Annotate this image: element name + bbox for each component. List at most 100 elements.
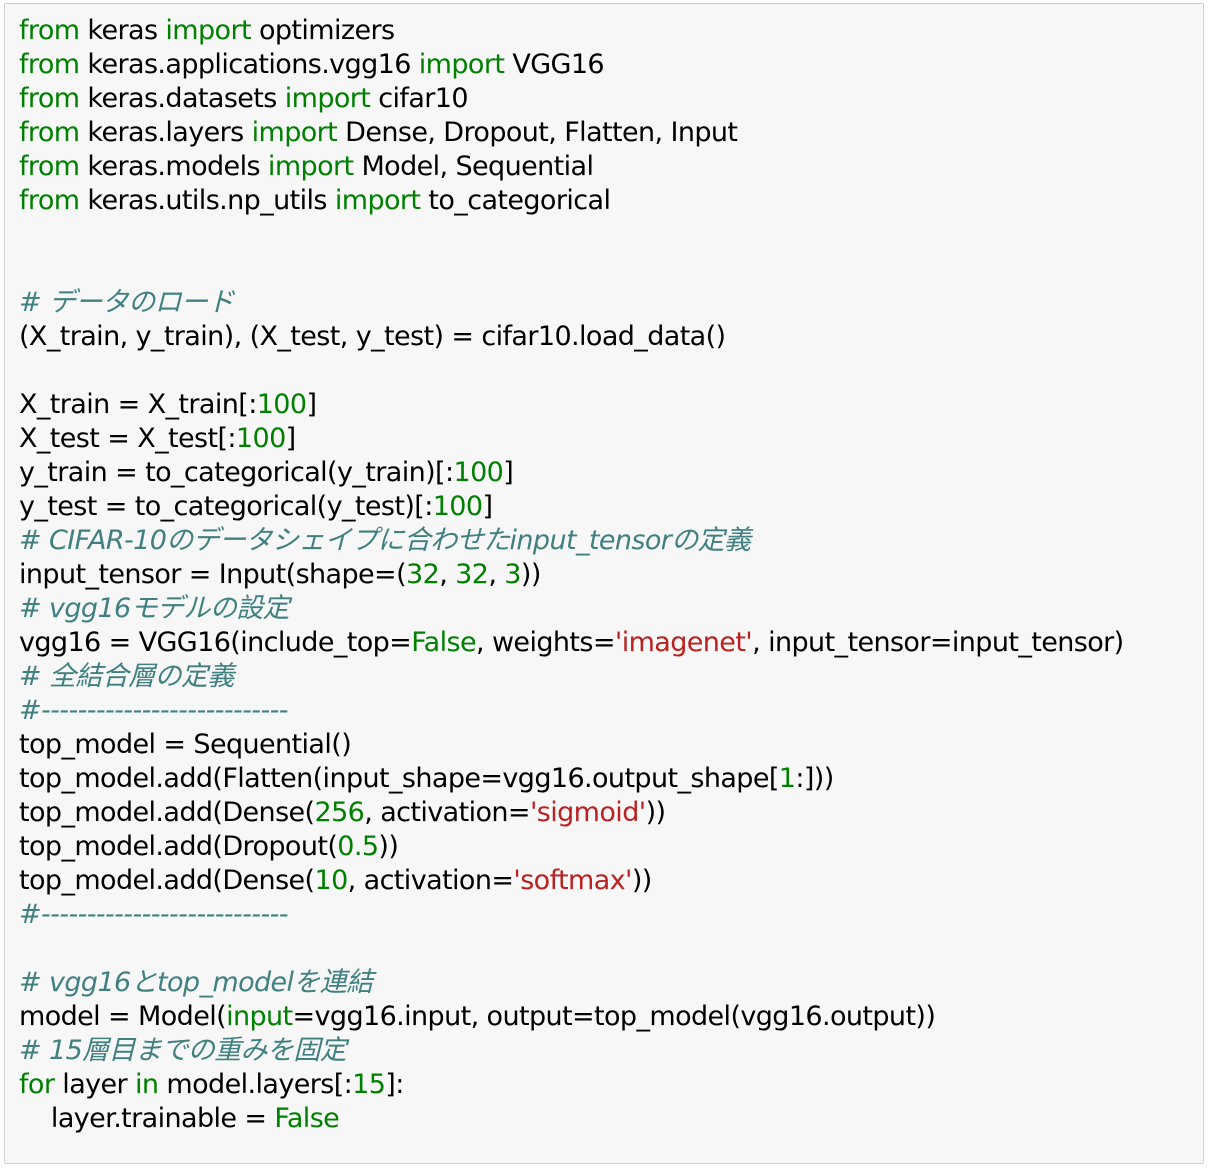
code-token: , weights= [475,627,615,658]
code-token: Model, Sequential [353,151,594,182]
code-token: to_categorical [420,185,611,216]
code-line: # CIFAR-10のデータシェイプに合わせたinput_tensorの定義 [19,524,1124,558]
code-line: #--------------------------- [19,694,1124,728]
code-token: y_test = to_categorical(y_test)[: [19,491,433,522]
number-token: 100 [235,423,286,454]
code-token: VGG16 [504,49,604,80]
code-token: model.layers[: [158,1069,353,1100]
comment-token: # vgg16モデルの設定 [19,593,290,624]
code-token: )) [645,797,666,828]
string-token: 'sigmoid' [529,797,646,828]
keyword-token: from [19,49,80,80]
number-token: 100 [453,457,504,488]
code-token: top_model.add(Dense( [19,865,315,896]
code-token: keras.utils.np_utils [79,185,335,216]
code-token: , input_tensor=input_tensor) [752,627,1124,658]
code-token: (X_train, y_train), (X_test, y_test) = c… [19,321,726,352]
code-line: model = Model(input=vgg16.input, output=… [19,1000,1124,1034]
code-line: # vgg16モデルの設定 [19,592,1124,626]
keyword-token: import [284,83,371,114]
comment-token: # データのロード [19,287,234,318]
keyword-token: for [19,1069,55,1100]
comment-token: # CIFAR-10のデータシェイプに合わせたinput_tensorの定義 [19,525,751,556]
code-token: , activation= [347,865,514,896]
code-token: keras.datasets [79,83,285,114]
code-token: )) [378,831,399,862]
code-token: , [439,559,456,590]
comment-token: # vgg16とtop_modelを連結 [19,967,373,998]
comment-token: # 15層目までの重みを固定 [19,1035,347,1066]
code-line: from keras.utils.np_utils import to_cate… [19,184,1124,218]
code-line: from keras import optimizers [19,14,1124,48]
keyword-token: False [411,627,476,658]
code-line: #--------------------------- [19,898,1124,932]
keyword-token: from [19,185,80,216]
keyword-token: from [19,83,80,114]
code-line: from keras.datasets import cifar10 [19,82,1124,116]
code-token: keras [79,15,166,46]
keyword-token: from [19,15,80,46]
code-token: ] [285,423,297,454]
keyword-token: from [19,117,80,148]
code-token: vgg16 = VGG16(include_top= [19,627,412,658]
number-token: 256 [314,797,365,828]
code-token: keras.models [79,151,268,182]
code-token: layer [54,1069,136,1100]
code-token: top_model.add(Dense( [19,797,315,828]
code-token: X_test = X_test[: [19,423,237,454]
code-line: # vgg16とtop_modelを連結 [19,966,1124,1000]
code-token: , [488,559,505,590]
keyword-token: input [226,1001,293,1032]
number-token: 15 [352,1069,386,1100]
code-line: # データのロード [19,286,1124,320]
string-token: 'softmax' [513,865,632,896]
code-token: top_model = Sequential() [19,729,352,760]
code-line: (X_train, y_train), (X_test, y_test) = c… [19,320,1124,354]
keyword-token: in [135,1069,159,1100]
comment-token: #--------------------------- [19,899,288,930]
number-token: 3 [504,559,521,590]
code-token: :])) [795,763,834,794]
code-line: X_train = X_train[:100] [19,388,1124,422]
keyword-token: import [418,49,505,80]
code-line: # 全結合層の定義 [19,660,1124,694]
code-line: input_tensor = Input(shape=(32, 32, 3)) [19,558,1124,592]
code-editor[interactable]: from keras import optimizers from keras.a… [19,14,1124,1136]
code-line: # 15層目までの重みを固定 [19,1034,1124,1068]
code-token: ] [482,491,493,522]
keyword-token: import [165,15,251,46]
number-token: 0.5 [337,831,379,862]
number-token: 32 [406,559,440,590]
code-line: layer.trainable = False [19,1102,1124,1136]
string-token: 'imagenet' [614,627,753,658]
code-token: ] [503,457,514,488]
code-token: cifar10 [370,83,468,114]
code-token: )) [631,865,652,896]
code-line: y_train = to_categorical(y_train)[:100] [19,456,1124,490]
code-token: top_model.add(Dropout( [19,831,338,862]
code-token: top_model.add(Flatten(input_shape=vgg16.… [19,763,779,794]
code-token: optimizers [250,15,395,46]
code-line: y_test = to_categorical(y_test)[:100] [19,490,1124,524]
keyword-token: False [274,1103,340,1134]
code-line: from keras.applications.vgg16 import VGG… [19,48,1124,82]
code-token: keras.layers [79,117,252,148]
code-token: =vgg16.input, output=top_model(vgg16.out… [292,1001,936,1032]
code-token: )) [520,559,541,590]
code-line: for layer in model.layers[:15]: [19,1068,1124,1102]
code-cell[interactable]: from keras import optimizers from keras.a… [4,3,1204,1164]
number-token: 10 [314,865,348,896]
keyword-token: import [251,117,338,148]
code-token: , activation= [364,797,530,828]
code-line: top_model = Sequential() [19,728,1124,762]
code-line: X_test = X_test[:100] [19,422,1124,456]
code-token: Dense, Dropout, Flatten, Input [337,117,738,148]
code-token: ] [306,389,317,420]
code-token: keras.applications.vgg16 [79,49,419,80]
number-token: 1 [778,763,796,794]
comment-token: #--------------------------- [19,695,288,726]
